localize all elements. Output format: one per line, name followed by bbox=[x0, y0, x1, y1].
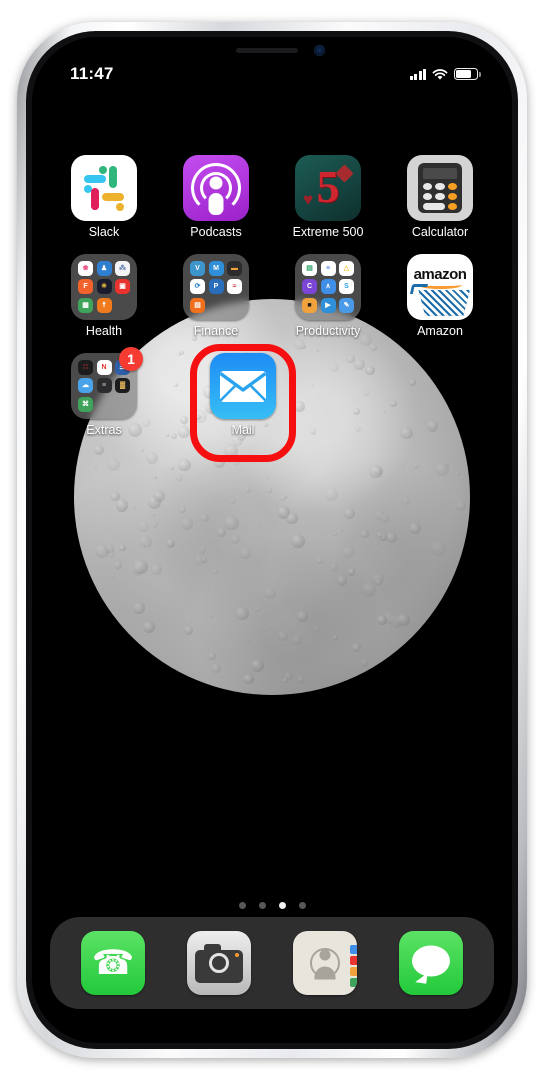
page-indicator-dots[interactable] bbox=[32, 902, 512, 909]
folder-mini-icon: ⟳ bbox=[190, 279, 205, 295]
folder-mini-icon: V bbox=[190, 260, 205, 276]
folder-mini-icon: ≡ bbox=[320, 260, 336, 276]
app-row-3: 1 ∷N☰☁≡▓⌘ Extras bbox=[58, 346, 486, 438]
folder-mini-icon: ☨ bbox=[96, 297, 112, 313]
page-dot[interactable] bbox=[258, 902, 266, 909]
messages-icon[interactable] bbox=[399, 931, 463, 995]
app-label: Finance bbox=[193, 323, 239, 338]
folder-icon[interactable]: ❀ ♟ ⁂ F ✳ ▣ ▦ ☨ bbox=[71, 253, 137, 320]
calculator-icon[interactable] bbox=[407, 155, 473, 221]
folder-mini-empty bbox=[209, 298, 224, 313]
app-label: Extras bbox=[86, 422, 122, 437]
notification-badge: 1 bbox=[119, 346, 143, 371]
folder-mini-icon: ≡ bbox=[96, 378, 112, 393]
folder-mini-icon: P bbox=[208, 279, 224, 295]
app-mail[interactable]: Mail bbox=[197, 352, 289, 438]
app-label: Health bbox=[85, 323, 123, 338]
folder-mini-icon: N bbox=[96, 359, 112, 375]
app-row-2: ❀ ♟ ⁂ F ✳ ▣ ▦ ☨ Health V M ▬ ⟳ P ≈ ▤ Finance ▤ ≡ △ C ∧ S ■ ▶… bbox=[58, 253, 486, 339]
folder-mini-icon: ⁂ bbox=[115, 260, 130, 276]
app-label: Productivity bbox=[295, 323, 361, 338]
mail-icon[interactable] bbox=[210, 352, 276, 419]
camera-icon[interactable] bbox=[187, 931, 251, 995]
status-bar-indicators bbox=[409, 68, 481, 80]
wifi-icon bbox=[432, 68, 448, 80]
phone-device-frame: 11:47 Slack Podcasts 5 ♥ Extreme 500 Cal… bbox=[17, 22, 527, 1058]
status-bar-clock: 11:47 bbox=[70, 64, 114, 83]
folder-mini-empty bbox=[97, 397, 112, 412]
folder-mini-icon: ✳ bbox=[96, 279, 112, 295]
slack-icon[interactable] bbox=[71, 155, 137, 221]
folder-mini-icon: ✎ bbox=[339, 297, 354, 313]
app-label: Slack bbox=[88, 225, 120, 239]
folder-mini-icon: ▤ bbox=[302, 260, 317, 276]
folder-mini-icon: C bbox=[302, 279, 317, 295]
battery-icon bbox=[454, 68, 481, 80]
extreme-500-icon[interactable]: 5 ♥ bbox=[295, 155, 361, 221]
app-label: Podcasts bbox=[190, 225, 242, 239]
app-podcasts[interactable]: Podcasts bbox=[170, 155, 262, 240]
app-label: Extreme 500 bbox=[292, 225, 364, 239]
folder-icon[interactable]: ▤ ≡ △ C ∧ S ■ ▶ ✎ bbox=[295, 253, 361, 320]
earpiece-speaker-icon bbox=[236, 48, 298, 53]
folder-mini-icon: ∷ bbox=[78, 359, 93, 375]
folder-mini-icon: F bbox=[78, 279, 93, 295]
folder-mini-icon: ▦ bbox=[78, 297, 93, 313]
phone-screen: 11:47 Slack Podcasts 5 ♥ Extreme 500 Cal… bbox=[32, 37, 512, 1043]
page-dot[interactable] bbox=[238, 902, 246, 909]
page-dot[interactable] bbox=[278, 902, 286, 909]
folder-mini-icon: ▓ bbox=[115, 378, 130, 393]
app-label: Mail bbox=[231, 422, 255, 437]
contacts-icon[interactable] bbox=[293, 931, 357, 995]
podcasts-icon[interactable] bbox=[183, 155, 249, 221]
app-label: Calculator bbox=[411, 225, 469, 239]
folder-mini-icon: ■ bbox=[302, 297, 317, 313]
folder-mini-icon: ≈ bbox=[227, 279, 242, 295]
folder-finance[interactable]: V M ▬ ⟳ P ≈ ▤ Finance bbox=[170, 253, 262, 339]
app-row-1: Slack Podcasts 5 ♥ Extreme 500 Calculato… bbox=[58, 155, 486, 240]
folder-mini-icon: ☁ bbox=[78, 378, 93, 393]
page-dot[interactable] bbox=[298, 902, 306, 909]
cellular-signal-icon bbox=[409, 68, 426, 80]
folder-mini-icon: S bbox=[339, 279, 354, 295]
amazon-icon[interactable]: amazon bbox=[407, 253, 473, 320]
folder-mini-icon: ♟ bbox=[96, 260, 112, 276]
folder-mini-icon: ❀ bbox=[78, 260, 93, 276]
folder-mini-icon: ▬ bbox=[227, 260, 242, 276]
folder-mini-icon: ▣ bbox=[115, 279, 130, 295]
folder-mini-icon: △ bbox=[339, 260, 354, 276]
folder-productivity[interactable]: ▤ ≡ △ C ∧ S ■ ▶ ✎ Productivity bbox=[282, 253, 374, 339]
screenshot-stage: 11:47 Slack Podcasts 5 ♥ Extreme 500 Cal… bbox=[0, 0, 544, 1080]
app-calculator[interactable]: Calculator bbox=[394, 155, 486, 240]
phone-icon[interactable]: ☎ bbox=[81, 931, 145, 995]
front-camera-icon bbox=[314, 45, 325, 56]
folder-mini-empty bbox=[227, 298, 242, 313]
folder-mini-empty bbox=[115, 298, 130, 313]
folder-mini-icon: ⌘ bbox=[78, 396, 93, 412]
folder-icon[interactable]: V M ▬ ⟳ P ≈ ▤ bbox=[183, 253, 249, 320]
folder-mini-icon: ∧ bbox=[320, 279, 336, 295]
folder-mini-icon: M bbox=[208, 260, 224, 276]
folder-extras[interactable]: 1 ∷N☰☁≡▓⌘ Extras bbox=[58, 346, 150, 438]
home-screen-app-grid: Slack Podcasts 5 ♥ Extreme 500 Calculato… bbox=[32, 155, 512, 451]
folder-mini-icon: ▤ bbox=[190, 297, 205, 313]
folder-mini-empty bbox=[115, 397, 130, 412]
app-label: Amazon bbox=[417, 323, 463, 338]
app-amazon[interactable]: amazon Amazon bbox=[394, 253, 486, 339]
phone-bezel: 11:47 Slack Podcasts 5 ♥ Extreme 500 Cal… bbox=[26, 31, 518, 1049]
app-slack[interactable]: Slack bbox=[58, 155, 150, 240]
display-notch bbox=[184, 37, 360, 63]
folder-health[interactable]: ❀ ♟ ⁂ F ✳ ▣ ▦ ☨ Health bbox=[58, 253, 150, 339]
app-extreme-500[interactable]: 5 ♥ Extreme 500 bbox=[282, 155, 374, 240]
dock: ☎ bbox=[50, 917, 494, 1009]
folder-mini-icon: ▶ bbox=[320, 297, 336, 313]
